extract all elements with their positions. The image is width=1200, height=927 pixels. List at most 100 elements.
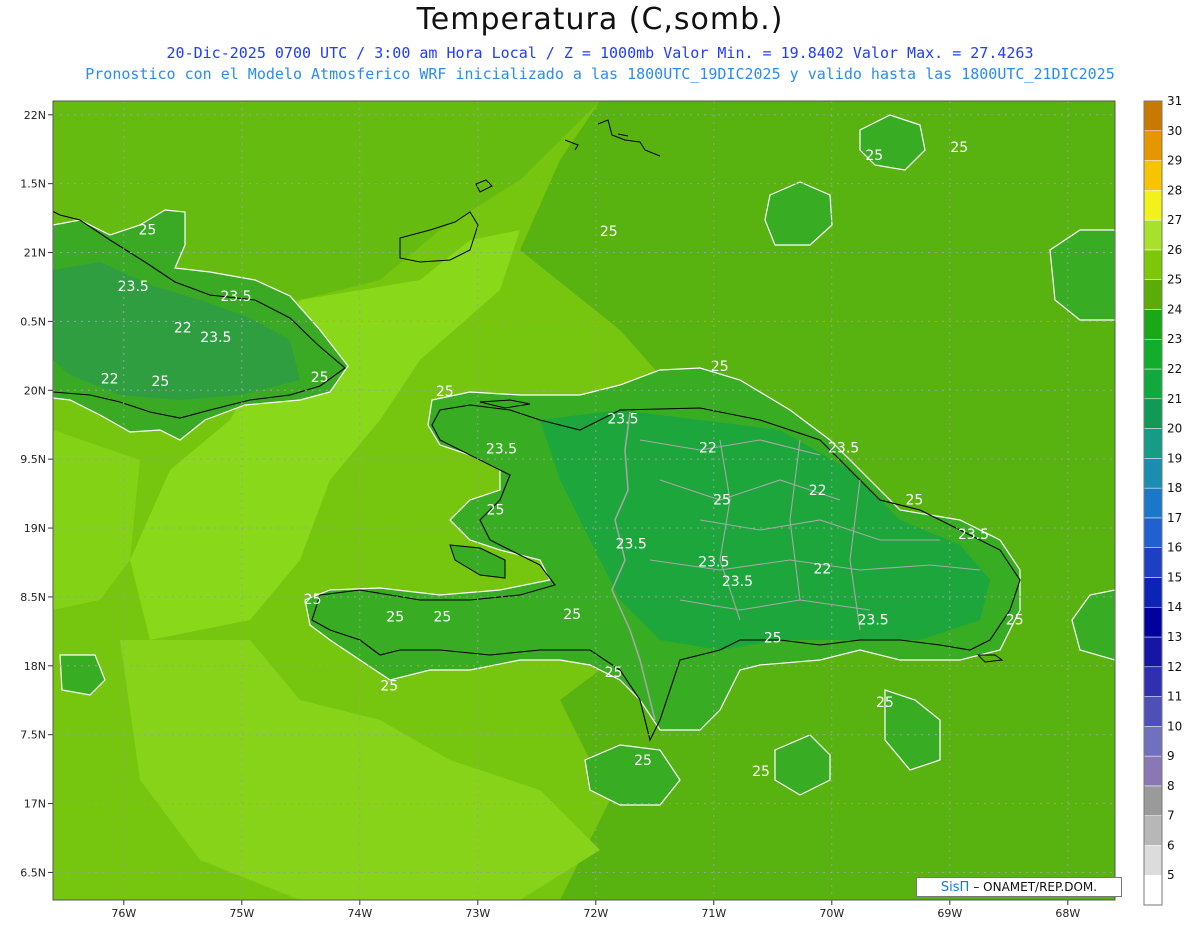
colorbar-label: 25 [1167, 273, 1182, 287]
colorbar-label: 6 [1167, 838, 1175, 852]
contour-label: 22 [809, 483, 827, 499]
contour-label: 25 [380, 679, 398, 695]
colorbar-swatch [1143, 487, 1163, 519]
contour-label: 25 [386, 610, 404, 626]
contour-label: 25 [950, 140, 968, 156]
contour-label: 25 [865, 148, 883, 164]
colorbar-label: 18 [1167, 481, 1182, 495]
colorbar-label: 22 [1167, 362, 1182, 376]
contour-label: 25 [752, 764, 770, 780]
colorbar-label: 23 [1167, 332, 1182, 346]
lat-tick-label: 0.5N [20, 315, 46, 328]
colorbar-label: 10 [1167, 719, 1182, 733]
colorbar-swatch [1143, 368, 1163, 400]
contour-label: 22 [174, 320, 192, 336]
contour-label: 23.5 [858, 612, 889, 628]
colorbar-swatch [1143, 338, 1163, 370]
contour-label: 25 [436, 384, 454, 400]
colorbar-swatch [1143, 428, 1163, 459]
lat-tick-label: 6.5N [20, 866, 46, 879]
lat-tick-label: 17N [24, 798, 46, 811]
lon-tick-label: 74W [347, 907, 372, 920]
colorbar-swatch [1143, 458, 1163, 489]
colorbar-swatch [1143, 517, 1163, 548]
lon-tick-label: 69W [937, 907, 962, 920]
contour-label: 23.5 [828, 440, 859, 456]
contour-label: 23.5 [722, 574, 753, 590]
colorbar-label: 19 [1167, 451, 1182, 465]
lat-tick-label: 19N [24, 522, 46, 535]
credit-text: – ONAMET/REP.DOM. [973, 880, 1098, 894]
colorbar-swatch [1143, 100, 1163, 132]
lat-tick-label: 20N [24, 384, 46, 397]
contour-label: 25 [304, 592, 322, 608]
lon-tick-label: 72W [583, 907, 608, 920]
colorbar-label: 5 [1167, 868, 1175, 882]
contour-label: 25 [563, 607, 581, 623]
contour-label: 25 [151, 374, 169, 390]
contour-label: 23.5 [220, 289, 251, 305]
lon-tick-label: 73W [465, 907, 490, 920]
colorbar-label: 11 [1167, 690, 1182, 704]
lon-tick-label: 75W [229, 907, 254, 920]
lat-tick-label: 21N [24, 247, 46, 260]
colorbar-swatch [1143, 874, 1163, 906]
colorbar-swatch [1143, 696, 1163, 727]
colorbar-swatch [1143, 190, 1163, 221]
lon-tick-label: 71W [701, 907, 726, 920]
contour-label: 25 [1006, 612, 1024, 628]
latitude-labels: 22N 1.5N 21N 0.5N 20N 9.5N 19N 8.5N 18N 7.5N 17N 6.… [20, 109, 46, 880]
contour-label: 23.5 [958, 527, 989, 543]
lat-tick-label: 8.5N [20, 591, 46, 604]
colorbar-label: 29 [1167, 154, 1182, 168]
colorbar-swatch [1143, 636, 1163, 668]
colorbar-label: 9 [1167, 749, 1175, 763]
contour-label: 25 [905, 493, 923, 509]
credit-box: SisΠ – ONAMET/REP.DOM. [916, 877, 1122, 897]
colorbar-label: 21 [1167, 392, 1182, 406]
contour-label: 25 [138, 223, 156, 239]
colorbar-label: 31 [1167, 94, 1182, 108]
lat-tick-label: 18N [24, 660, 46, 673]
contour-label: 23.5 [607, 411, 638, 427]
lat-tick-label: 7.5N [20, 729, 46, 742]
colorbar: 5 6 7 8 9 10 11 12 13 14 15 16 17 18 19 20 21 22 23 24 25 26 2… [1143, 94, 1182, 906]
colorbar-swatch [1143, 755, 1163, 787]
colorbar-label: 14 [1167, 600, 1182, 614]
sispi-logo: SisΠ [940, 879, 970, 895]
contour-label: 23.5 [616, 537, 647, 553]
colorbar-swatch [1143, 577, 1163, 608]
contour-label: 22 [101, 371, 119, 387]
colorbar-label: 16 [1167, 541, 1182, 555]
lon-tick-label: 76W [111, 907, 136, 920]
colorbar-label: 13 [1167, 630, 1182, 644]
colorbar-swatch [1143, 398, 1163, 429]
lat-tick-label: 9.5N [20, 453, 46, 466]
colorbar-label: 27 [1167, 213, 1182, 227]
colorbar-swatch [1143, 309, 1163, 340]
contour-label: 25 [487, 502, 505, 518]
contour-label: 23.5 [118, 279, 149, 295]
contour-label: 25 [876, 695, 894, 711]
lat-tick-label: 22N [24, 109, 46, 122]
colorbar-swatch [1143, 785, 1163, 816]
colorbar-label: 8 [1167, 779, 1175, 793]
colorbar-label: 30 [1167, 124, 1182, 138]
colorbar-swatch [1143, 547, 1163, 578]
colorbar-swatch [1143, 160, 1163, 191]
contour-label: 23.5 [200, 330, 231, 346]
colorbar-label: 12 [1167, 660, 1182, 674]
colorbar-swatch [1143, 130, 1163, 161]
contour-label: 22 [813, 562, 831, 578]
contour-label: 25 [600, 224, 618, 240]
contour-label: 25 [634, 753, 652, 769]
colorbar-swatch [1143, 219, 1163, 251]
contour-label: 25 [311, 370, 329, 386]
colorbar-label: 17 [1167, 511, 1182, 525]
contour-label: 25 [605, 665, 623, 681]
longitude-labels: 76W 75W 74W 73W 72W 71W 70W 69W 68W [111, 907, 1080, 920]
colorbar-label: 20 [1167, 422, 1182, 436]
contour-label: 25 [764, 630, 782, 646]
colorbar-label: 28 [1167, 183, 1182, 197]
lat-tick-label: 1.5N [20, 178, 46, 191]
